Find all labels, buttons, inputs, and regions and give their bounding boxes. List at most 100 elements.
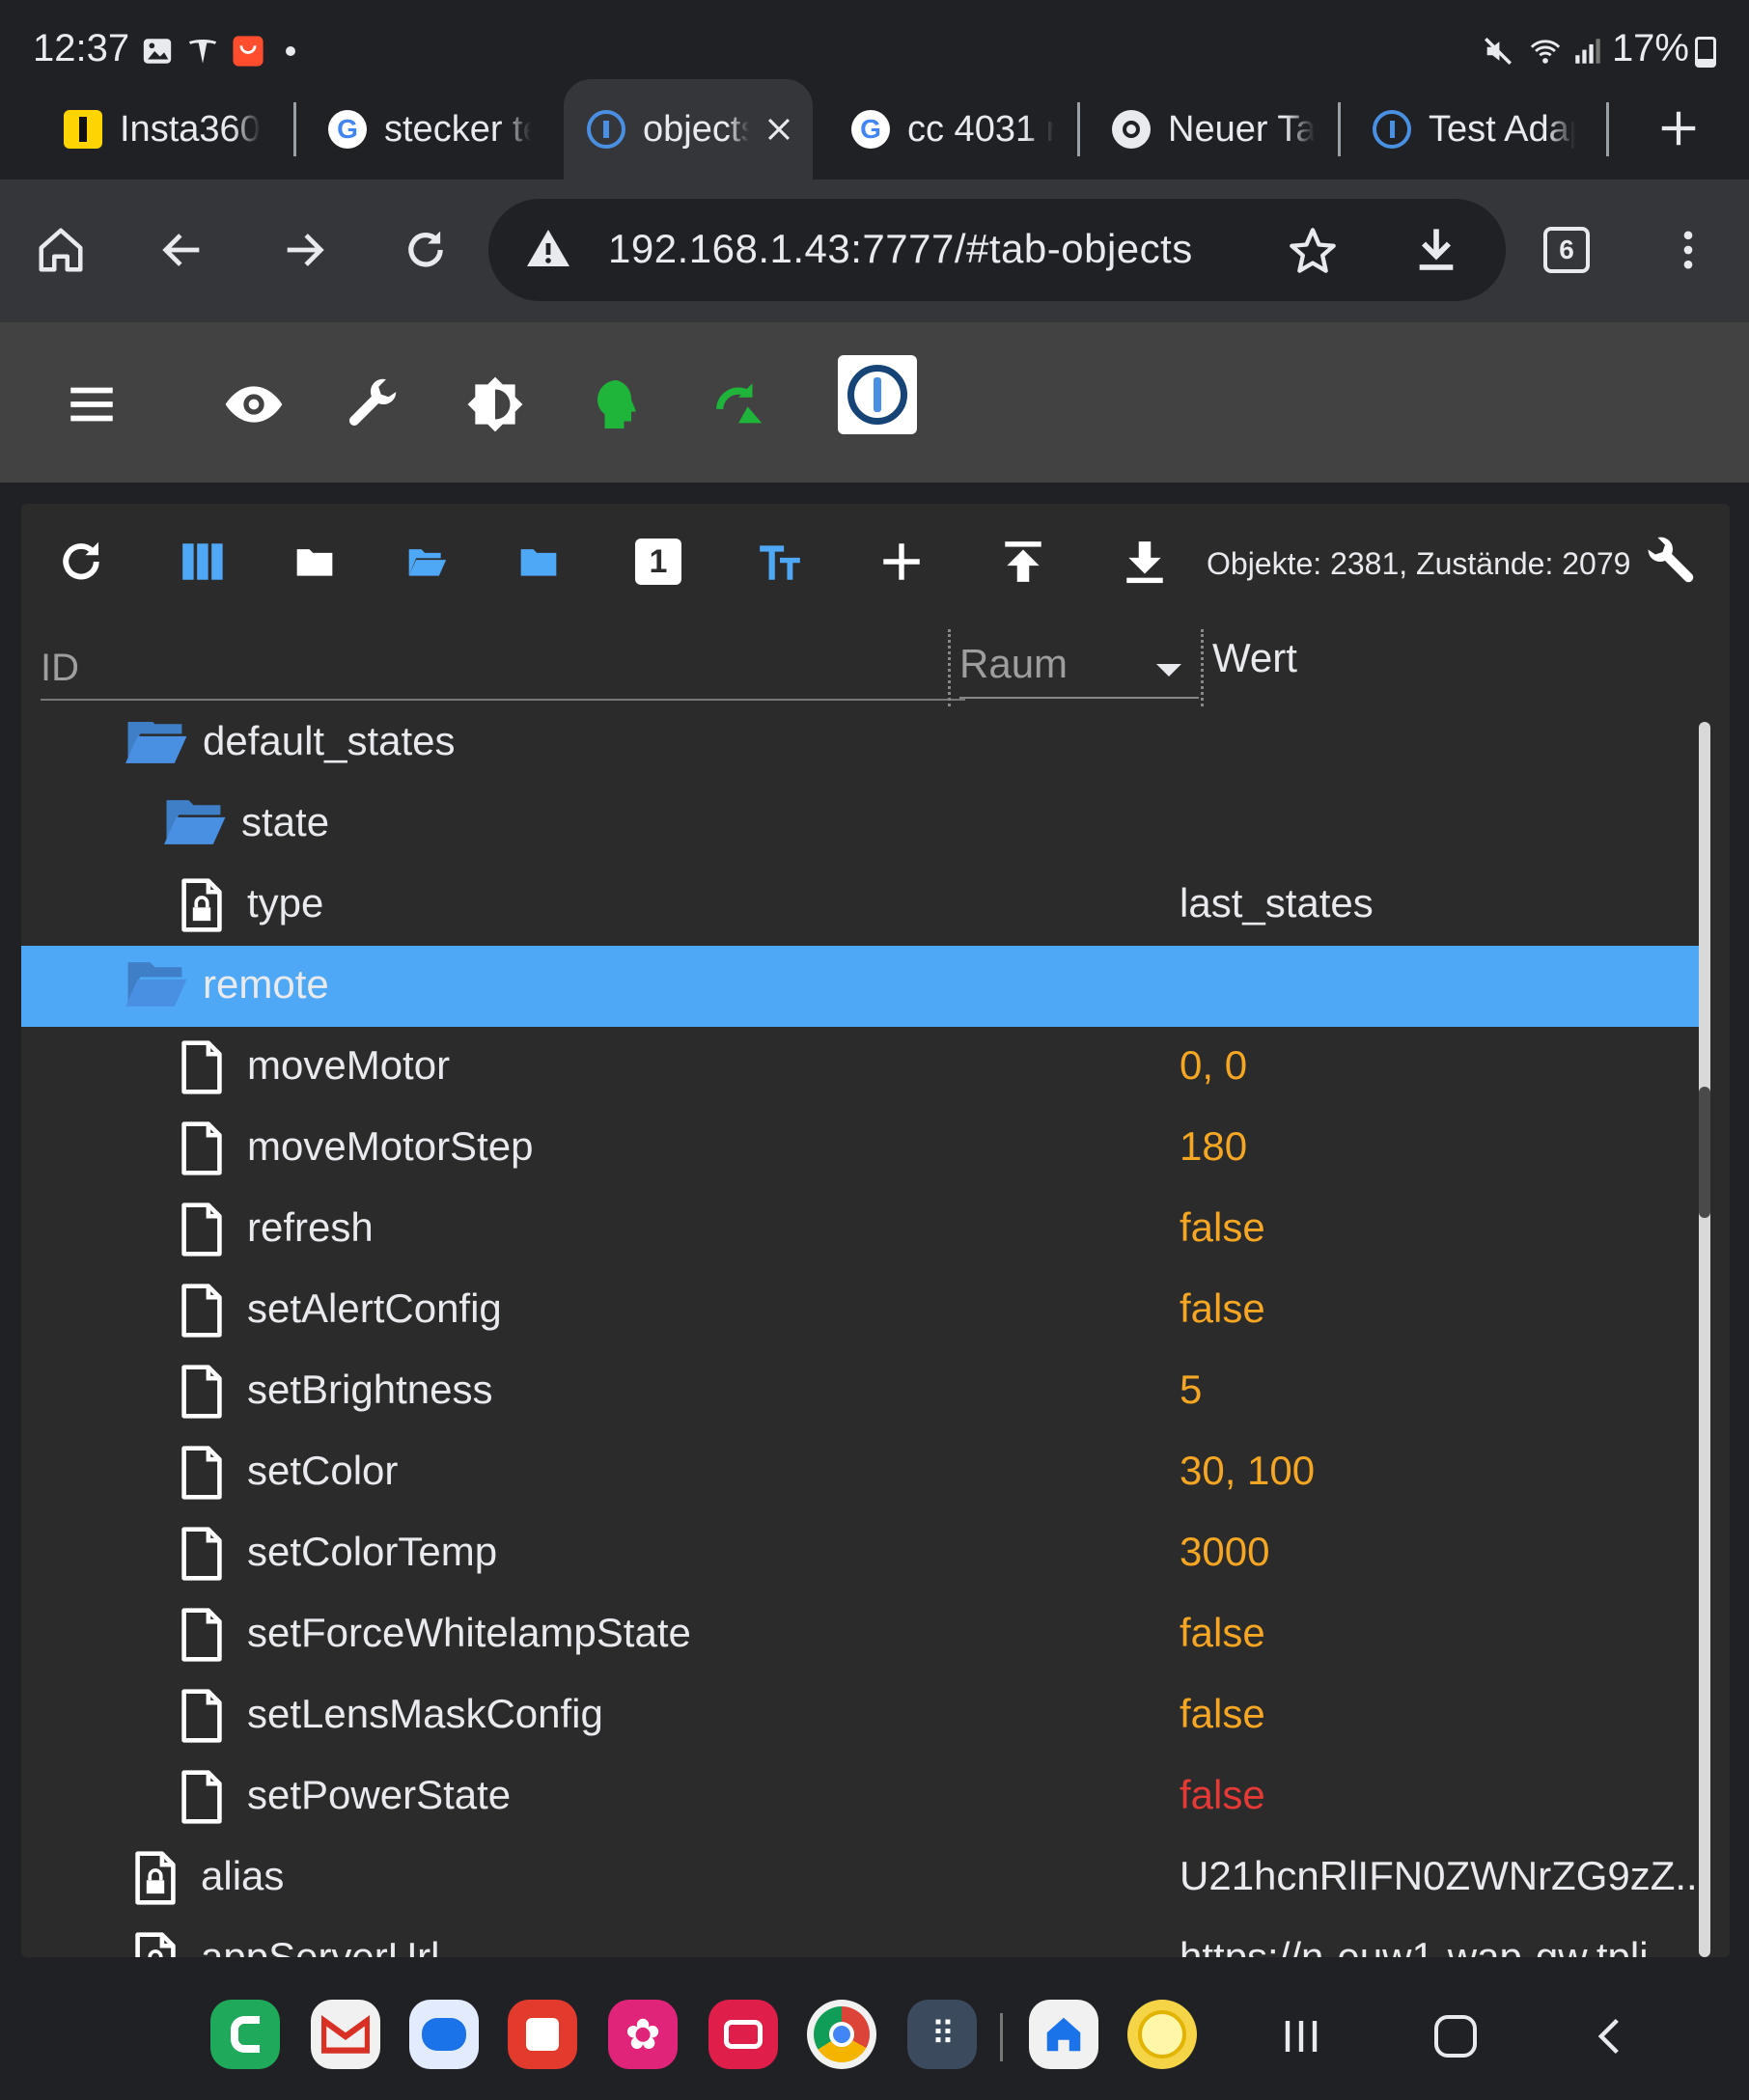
app-drawer-icon[interactable]: ⠿ bbox=[907, 2000, 977, 2069]
home-icon[interactable] bbox=[29, 218, 93, 282]
value-column-header: Wert bbox=[1212, 635, 1297, 680]
tab-switcher-icon[interactable]: 6 bbox=[1535, 218, 1598, 282]
tree-row-value[interactable]: false bbox=[1180, 1772, 1265, 1818]
tree-row[interactable]: moveMotor 0, 0 bbox=[21, 1027, 1701, 1108]
column-resizer[interactable] bbox=[1201, 629, 1204, 706]
folder-open-icon bbox=[125, 722, 187, 770]
lemon-app-icon[interactable] bbox=[1127, 2000, 1197, 2069]
tree-row-value[interactable]: false bbox=[1180, 1691, 1265, 1737]
tree-row-value[interactable]: 3000 bbox=[1180, 1529, 1269, 1575]
add-object-icon[interactable] bbox=[873, 533, 930, 591]
phone-app-icon[interactable] bbox=[210, 2000, 280, 2069]
column-resizer[interactable] bbox=[948, 629, 951, 706]
status-bar: 12:37 17% bbox=[0, 0, 1749, 79]
camera-app-icon[interactable] bbox=[708, 2000, 778, 2069]
notes-app-icon[interactable] bbox=[508, 2000, 577, 2069]
tab-test-adapter[interactable]: Test Adap bbox=[1373, 79, 1575, 180]
tree-row-value[interactable]: false bbox=[1180, 1285, 1265, 1332]
recent-apps-icon[interactable] bbox=[1272, 2007, 1330, 2065]
new-tab-icon[interactable] bbox=[1656, 106, 1701, 151]
address-bar[interactable]: 192.168.1.43:7777/#tab-objects bbox=[488, 199, 1506, 301]
tab-label: Neuer Tab bbox=[1168, 108, 1315, 150]
tree-row[interactable]: setColor 30, 100 bbox=[21, 1432, 1701, 1513]
tree-row[interactable]: setForceWhitelampState false bbox=[21, 1594, 1701, 1675]
tab-objects[interactable]: objects bbox=[564, 79, 813, 180]
battery-percent: 17% bbox=[1611, 27, 1689, 69]
tesla-notification-icon bbox=[188, 39, 217, 64]
tab-label: objects bbox=[643, 108, 749, 150]
tree-row-value[interactable]: https://n-euw1-wap-gw.tpli... bbox=[1180, 1934, 1682, 1957]
tree-row-name: moveMotorStep bbox=[247, 1123, 534, 1169]
tree-row[interactable]: alias U21hcnRlIFN0ZWNrZG9zZ... bbox=[21, 1838, 1701, 1919]
eye-icon[interactable] bbox=[220, 371, 288, 438]
tree-row[interactable]: setLensMaskConfig false bbox=[21, 1675, 1701, 1756]
locked-file-icon bbox=[180, 878, 234, 932]
tree-row[interactable]: refresh false bbox=[21, 1189, 1701, 1270]
home-button-icon[interactable] bbox=[1427, 2007, 1485, 2065]
download-icon[interactable] bbox=[1411, 224, 1461, 276]
tree-row[interactable]: setPowerState false bbox=[21, 1756, 1701, 1838]
refresh-icon[interactable] bbox=[52, 533, 110, 591]
tree-row-name: setForceWhitelampState bbox=[247, 1610, 691, 1655]
iobroker-logo-icon[interactable] bbox=[838, 355, 917, 434]
more-menu-icon[interactable] bbox=[1656, 218, 1720, 282]
tab-cc4031[interactable]: G cc 4031 r bbox=[851, 79, 1054, 180]
settings-wrench-icon[interactable] bbox=[1641, 533, 1699, 591]
tree-row[interactable]: default_states bbox=[21, 722, 1701, 784]
tree-row-value[interactable]: 30, 100 bbox=[1180, 1448, 1315, 1494]
tree-row[interactable]: setAlertConfig false bbox=[21, 1270, 1701, 1351]
forward-icon[interactable] bbox=[272, 218, 336, 282]
bookmark-star-icon[interactable] bbox=[1288, 226, 1338, 276]
scrollbar-thumb[interactable] bbox=[1699, 1087, 1710, 1218]
url-text: 192.168.1.43:7777/#tab-objects bbox=[608, 226, 1193, 271]
download-objects-icon[interactable] bbox=[1116, 533, 1174, 591]
menu-icon[interactable] bbox=[58, 371, 125, 438]
update-icon[interactable] bbox=[705, 371, 772, 438]
filter-one-icon[interactable]: 1 bbox=[629, 533, 687, 591]
iobroker-favicon-icon bbox=[1373, 110, 1411, 149]
tree-row-value[interactable]: false bbox=[1180, 1610, 1265, 1656]
tree-row-value[interactable]: U21hcnRlIFN0ZWNrZG9zZ... bbox=[1180, 1853, 1701, 1899]
tree-row[interactable]: setBrightness 5 bbox=[21, 1351, 1701, 1432]
back-button-icon[interactable] bbox=[1581, 2007, 1639, 2065]
tree-row[interactable]: setColorTemp 3000 bbox=[21, 1513, 1701, 1594]
tree-row[interactable]: type last_states bbox=[21, 865, 1701, 946]
folder-closed-icon[interactable] bbox=[286, 533, 344, 591]
text-size-icon[interactable] bbox=[751, 533, 809, 591]
tree-row-value[interactable]: 180 bbox=[1180, 1123, 1247, 1170]
warning-icon[interactable] bbox=[523, 226, 573, 272]
gmail-app-icon[interactable] bbox=[311, 2000, 380, 2069]
home-app-icon[interactable] bbox=[1029, 2000, 1098, 2069]
columns-icon[interactable] bbox=[174, 533, 232, 591]
expert-mode-icon[interactable] bbox=[583, 371, 651, 438]
tree-row[interactable]: appServerUrl https://n-euw1-wap-gw.tpli..… bbox=[21, 1919, 1701, 1957]
flower-app-icon[interactable]: ✿ bbox=[608, 2000, 678, 2069]
tab-insta360[interactable]: Insta360 bbox=[64, 79, 266, 180]
upload-icon[interactable] bbox=[994, 533, 1052, 591]
room-filter-select[interactable]: Raum bbox=[959, 635, 1199, 699]
tree-row[interactable]: moveMotorStep 180 bbox=[21, 1108, 1701, 1189]
tree-row[interactable]: remote bbox=[21, 946, 1701, 1027]
google-favicon-icon: G bbox=[328, 110, 367, 149]
tree-row[interactable]: state bbox=[21, 784, 1701, 865]
chrome-app-icon[interactable] bbox=[807, 2000, 876, 2069]
tree-row-value[interactable]: 5 bbox=[1180, 1367, 1202, 1413]
messages-app-icon[interactable] bbox=[409, 2000, 479, 2069]
folder-open-icon[interactable] bbox=[398, 533, 456, 591]
tree-row-name: moveMotor bbox=[247, 1042, 451, 1088]
back-icon[interactable] bbox=[151, 218, 214, 282]
scrollbar-track[interactable] bbox=[1699, 722, 1710, 1957]
reload-icon[interactable] bbox=[394, 218, 458, 282]
file-icon bbox=[180, 1284, 234, 1338]
theme-toggle-icon[interactable] bbox=[461, 371, 529, 438]
id-filter-input[interactable]: ID bbox=[41, 639, 965, 701]
tree-row-value[interactable]: false bbox=[1180, 1204, 1265, 1251]
close-tab-icon[interactable] bbox=[763, 113, 795, 146]
tree-row-name: alias bbox=[201, 1853, 285, 1898]
wrench-icon[interactable] bbox=[340, 371, 407, 438]
tree-row-value[interactable]: 0, 0 bbox=[1180, 1042, 1247, 1089]
tree-row-value[interactable]: last_states bbox=[1180, 880, 1374, 926]
tab-neuer-tab[interactable]: Neuer Tab bbox=[1112, 79, 1315, 180]
tab-stecker[interactable]: G stecker te bbox=[328, 79, 531, 180]
folder-expand-icon[interactable] bbox=[510, 533, 568, 591]
